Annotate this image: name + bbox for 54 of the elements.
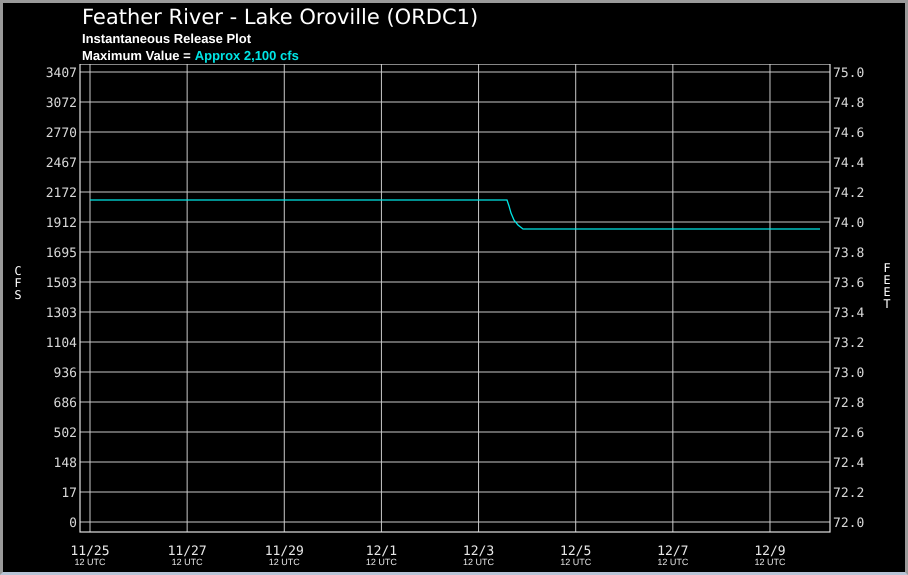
axis-tick-label: 11/25 (70, 544, 110, 559)
max-value: Approx 2,100 cfs (194, 47, 299, 64)
axis-tick-sublabel: 12 UTC (754, 557, 786, 567)
axis-tick-label: 12/5 (560, 544, 592, 559)
axis-tick-label: 73.4 (833, 306, 864, 321)
axis-tick-sublabel: 12 UTC (657, 557, 688, 567)
axis-title: CFS (14, 264, 22, 302)
axis-tick-label: 1695 (46, 246, 77, 261)
axis-tick-label: 2770 (46, 126, 77, 141)
axis-tick-label: 502 (54, 426, 77, 441)
axis-tick-sublabel: 12 UTC (74, 557, 106, 567)
axis-tick-label: 3407 (46, 66, 77, 81)
axis-tick-label: 2172 (46, 186, 77, 201)
axis-tick-label: 72.6 (833, 426, 864, 441)
axis-tick-label: 73.0 (833, 366, 864, 381)
chart-subtitle: Instantaneous Release Plot (82, 30, 252, 47)
max-value-label: Maximum Value = (82, 47, 191, 64)
axis-tick-label: 74.6 (833, 126, 864, 141)
axis-tick-label: 17 (61, 486, 77, 501)
axis-tick-sublabel: 12 UTC (463, 557, 494, 567)
axis-title: FEET (883, 261, 891, 311)
axis-tick-label: 1104 (46, 336, 77, 351)
axis-tick-label: 74.4 (833, 156, 864, 171)
axis-tick-label: 11/29 (264, 544, 304, 559)
axis-tick-sublabel: 12 UTC (560, 557, 592, 567)
axis-tick-label: 73.6 (833, 276, 864, 291)
axis-tick-label: 0 (69, 516, 77, 531)
axis-tick-label: 73.8 (833, 246, 864, 261)
axis-tick-label: 74.2 (833, 186, 864, 201)
chart-title: Feather River - Lake Oroville (ORDC1) (82, 4, 478, 30)
axis-tick-label: 12/1 (366, 544, 398, 559)
axis-tick-label: 75.0 (833, 66, 864, 81)
axis-tick-label: 74.8 (833, 96, 864, 111)
axis-tick-label: 73.2 (833, 336, 864, 351)
axis-tick-label: 1503 (46, 276, 77, 291)
axis-tick-label: 74.0 (833, 216, 864, 231)
axis-tick-label: 3072 (46, 96, 77, 111)
axis-tick-sublabel: 12 UTC (366, 557, 397, 567)
axis-tick-sublabel: 12 UTC (172, 557, 203, 567)
axis-tick-label: 12/9 (754, 544, 786, 559)
axis-tick-label: 686 (54, 396, 77, 411)
axis-tick-label: 148 (54, 456, 77, 471)
axis-tick-label: 2467 (46, 156, 77, 171)
axis-tick-label: 936 (54, 366, 77, 381)
axis-tick-label: 12/3 (462, 544, 494, 559)
axis-tick-label: 72.0 (833, 516, 864, 531)
axis-tick-label: 72.8 (833, 396, 864, 411)
axis-tick-label: 72.2 (833, 486, 864, 501)
axis-tick-label: 11/27 (168, 544, 207, 559)
axis-tick-label: 72.4 (833, 456, 864, 471)
axis-tick-label: 12/7 (657, 544, 688, 559)
axis-tick-label: 1912 (46, 216, 77, 231)
axis-tick-label: 1303 (46, 306, 77, 321)
axis-tick-sublabel: 12 UTC (268, 557, 300, 567)
